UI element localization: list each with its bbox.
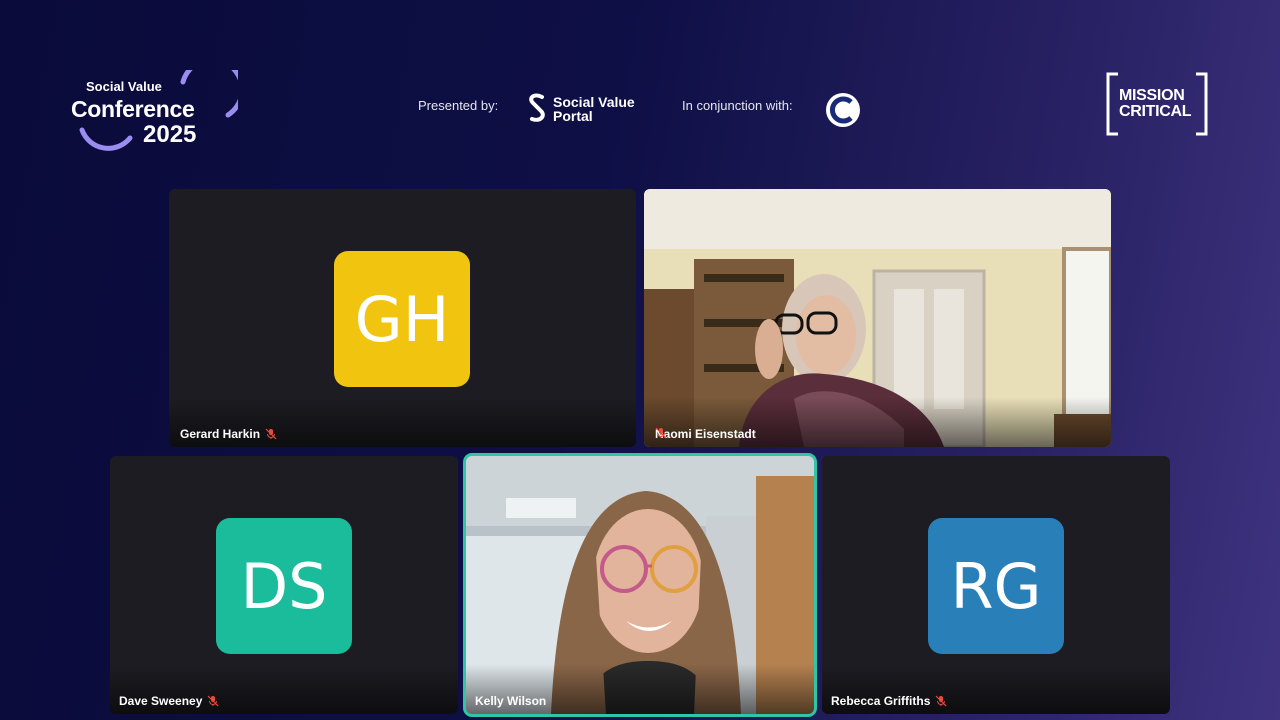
participant-avatar: GH	[334, 251, 470, 387]
participant-name: Dave Sweeney	[119, 694, 203, 708]
participant-tile[interactable]: RG Rebecca Griffiths	[822, 456, 1170, 714]
participant-name: Rebecca Griffiths	[831, 694, 931, 708]
participant-name: Gerard Harkin	[180, 427, 261, 441]
conference-logo: Social Value Conference 2025	[68, 70, 238, 152]
conjunction-label: In conjunction with:	[682, 98, 793, 113]
participant-name-label: Gerard Harkin	[180, 427, 277, 441]
conference-logo-line3: 2025	[143, 121, 197, 148]
portal-logo-line2: Portal	[553, 108, 593, 124]
participant-tile[interactable]: GH Gerard Harkin	[169, 189, 636, 447]
presented-by-label: Presented by:	[418, 98, 499, 113]
partner-c-icon	[830, 96, 853, 124]
microphone-muted-icon	[935, 695, 947, 707]
participant-name-label: Naomi Eisenstadt	[655, 427, 756, 441]
participant-tile[interactable]: Naomi Eisenstadt	[644, 189, 1111, 447]
mission-critical-logo: MISSION CRITICAL	[1106, 72, 1208, 136]
participant-name: Kelly Wilson	[475, 694, 547, 708]
mission-logo-line1: MISSION	[1119, 87, 1185, 104]
participant-tile-active-speaker[interactable]: Kelly Wilson	[466, 456, 814, 714]
participant-avatar: DS	[216, 518, 352, 654]
participant-name-label: Rebecca Griffiths	[831, 694, 947, 708]
participant-tile[interactable]: DS Dave Sweeney	[110, 456, 458, 714]
participant-name-label: Dave Sweeney	[119, 694, 219, 708]
partner-logo	[826, 93, 860, 127]
microphone-muted-icon	[265, 428, 277, 440]
microphone-muted-icon	[207, 695, 219, 707]
participant-avatar: RG	[928, 518, 1064, 654]
social-value-portal-logo: Social Value Portal	[525, 92, 655, 126]
mission-logo-line2: CRITICAL	[1119, 103, 1192, 120]
portal-logo-line1: Social Value	[553, 94, 635, 110]
microphone-muted-icon	[655, 427, 667, 439]
conference-logo-line2: Conference	[71, 96, 195, 122]
participant-name-label: Kelly Wilson	[475, 694, 546, 708]
conference-logo-line1: Social Value	[86, 79, 162, 94]
portal-s-icon	[529, 93, 545, 122]
participant-name: Naomi Eisenstadt	[655, 427, 756, 441]
